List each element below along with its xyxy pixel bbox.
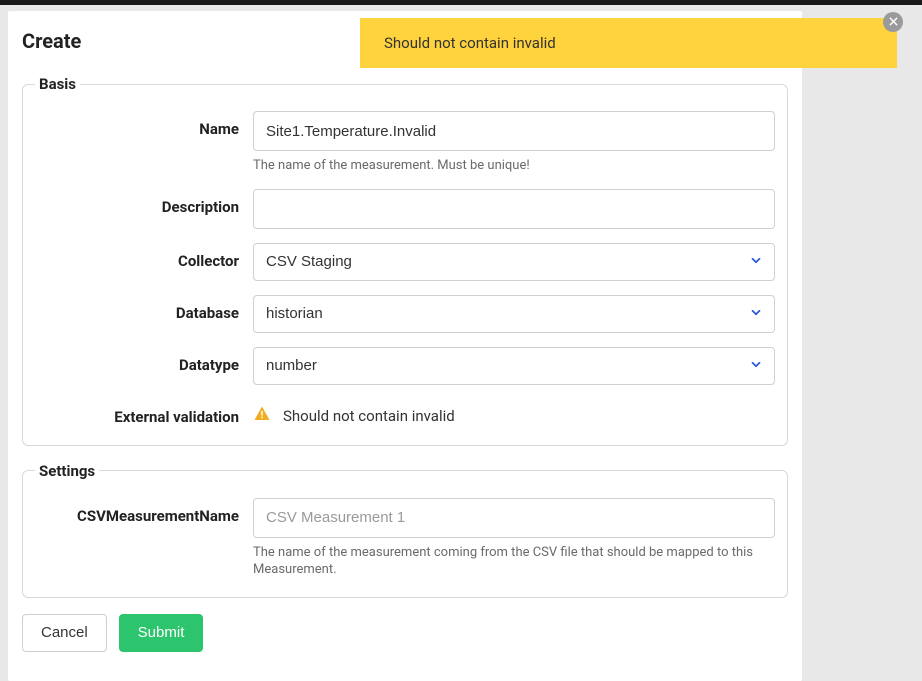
name-row: Name The name of the measurement. Must b… [35, 111, 775, 175]
create-panel: Create Basis Name The name of the measur… [8, 11, 802, 681]
datatype-row: Datatype number [35, 347, 775, 385]
csv-measurement-name-label: CSVMeasurementName [35, 498, 253, 525]
name-input[interactable] [253, 111, 775, 151]
database-select[interactable]: historian [253, 295, 775, 333]
warning-icon [253, 405, 271, 427]
database-label: Database [35, 295, 253, 322]
description-row: Description [35, 189, 775, 229]
datatype-select[interactable]: number [253, 347, 775, 385]
settings-legend: Settings [35, 462, 99, 480]
name-label: Name [35, 111, 253, 138]
basis-fieldset: Basis Name The name of the measurement. … [22, 75, 788, 446]
csv-measurement-name-help: The name of the measurement coming from … [253, 544, 775, 579]
collector-select[interactable]: CSV Staging [253, 243, 775, 281]
basis-legend: Basis [35, 75, 80, 93]
toast-close-button[interactable] [883, 12, 903, 32]
external-validation-row: External validation Should not contain i… [35, 399, 775, 427]
action-buttons: Cancel Submit [22, 614, 788, 652]
settings-fieldset: Settings CSVMeasurementName The name of … [22, 462, 788, 598]
description-label: Description [35, 189, 253, 216]
csv-measurement-name-input[interactable] [253, 498, 775, 538]
description-input[interactable] [253, 189, 775, 229]
submit-button[interactable]: Submit [119, 614, 204, 652]
name-help: The name of the measurement. Must be uni… [253, 157, 775, 175]
datatype-label: Datatype [35, 347, 253, 374]
external-validation-message: Should not contain invalid [283, 407, 455, 425]
database-row: Database historian [35, 295, 775, 333]
collector-row: Collector CSV Staging [35, 243, 775, 281]
external-validation-label: External validation [35, 399, 253, 426]
toast-message: Should not contain invalid [384, 34, 556, 52]
close-icon [889, 17, 898, 28]
collector-label: Collector [35, 243, 253, 270]
cancel-button[interactable]: Cancel [22, 614, 107, 652]
csv-measurement-name-row: CSVMeasurementName The name of the measu… [35, 498, 775, 579]
toast-warning: Should not contain invalid [360, 18, 897, 68]
page-background: Create Basis Name The name of the measur… [0, 5, 922, 681]
